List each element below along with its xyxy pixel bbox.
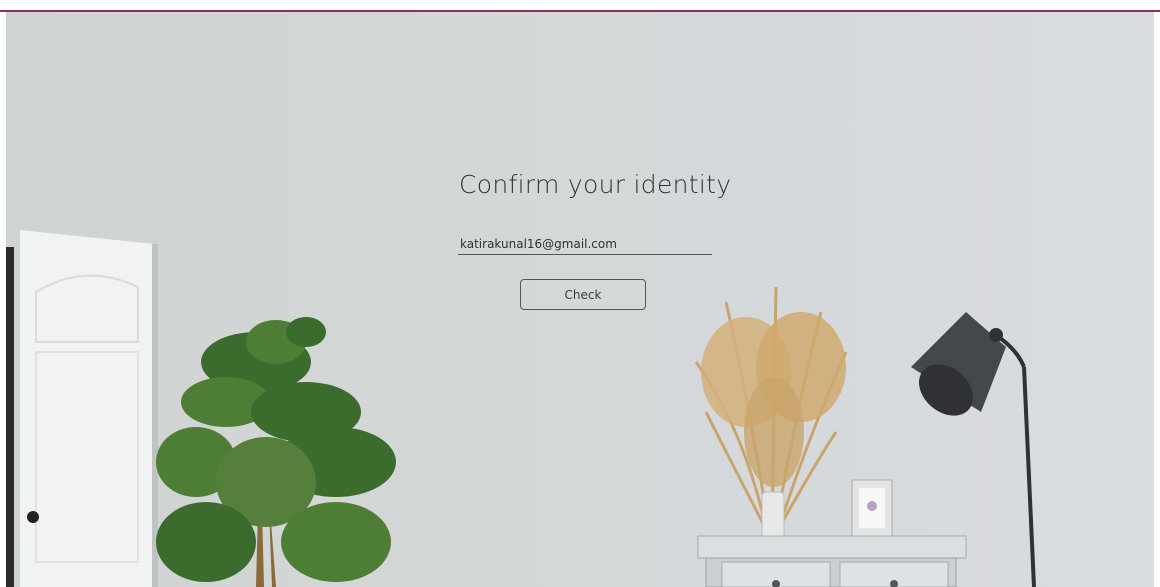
email-field[interactable] (458, 234, 712, 255)
background-scene: Confirm your identity Check (6, 12, 1154, 587)
check-button[interactable]: Check (520, 279, 646, 310)
door-icon (6, 230, 158, 587)
cabinet-icon (697, 535, 967, 587)
picture-frame-icon (851, 479, 893, 537)
vase-icon (694, 286, 848, 541)
top-accent-bar (0, 0, 1160, 12)
page-title: Confirm your identity (459, 170, 732, 199)
plant-icon (156, 317, 396, 587)
